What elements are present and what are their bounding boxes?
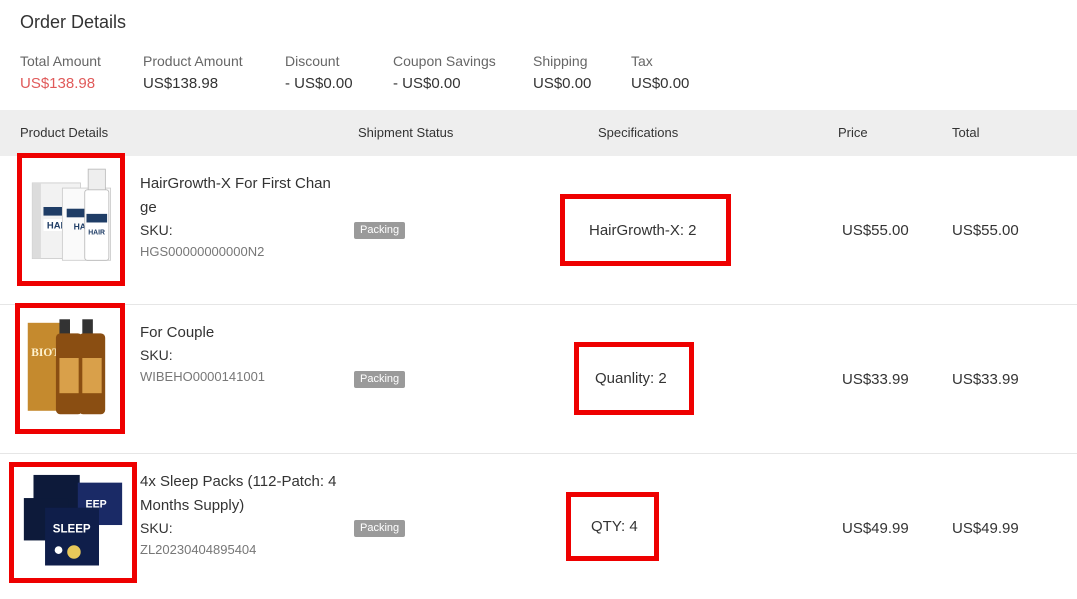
discount-value: - US$0.00 <box>285 75 353 92</box>
total-amount-label: Total Amount <box>20 53 101 69</box>
sleep-patch-packs-image: EEP SLEEP <box>23 474 123 566</box>
page-title: Order Details <box>20 12 127 32</box>
sku-label: SKU: <box>140 222 173 238</box>
biotin-spray-bottles-image: BIOTI <box>27 319 106 415</box>
summary-product-amount: Product Amount US$138.98 <box>143 53 243 93</box>
discount-label: Discount <box>285 53 340 69</box>
product-thumbnail[interactable]: HAIR HAIR HAIR <box>17 153 125 286</box>
sku-value: WIBEHO0000141001 <box>140 369 266 384</box>
total-value: US$55.00 <box>952 222 1019 239</box>
sku-label: SKU: <box>140 347 173 363</box>
total-amount-value: US$138.98 <box>20 75 96 92</box>
spec-value: Quanlity: 2 <box>595 370 667 387</box>
sku-label: SKU: <box>140 520 173 536</box>
product-name[interactable]: For Couple <box>140 321 345 345</box>
status-badge: Packing <box>354 520 406 537</box>
svg-text:SLEEP: SLEEP <box>53 524 91 536</box>
column-price: Price <box>838 125 868 140</box>
table-row: EEP SLEEP 4x Sleep Packs (112-Patch: 4 M… <box>0 454 1077 599</box>
column-shipment-status: Shipment Status <box>358 125 454 140</box>
status-badge: Packing <box>354 222 406 239</box>
summary-total-amount: Total Amount US$138.98 <box>20 53 101 93</box>
summary-coupon: Coupon Savings - US$0.00 <box>393 53 496 93</box>
product-name[interactable]: 4x Sleep Packs (112-Patch: 4 Months Supp… <box>140 470 345 518</box>
price-value: US$55.00 <box>842 222 909 239</box>
sku-value: HGS00000000000N2 <box>140 244 265 259</box>
price-value: US$49.99 <box>842 520 909 537</box>
price-value: US$33.99 <box>842 371 909 388</box>
shipping-value: US$0.00 <box>533 75 592 92</box>
product-name-line2: ge <box>140 199 157 216</box>
product-name-line1: HairGrowth-X For First Chan <box>140 175 331 192</box>
product-name-line1: 4x Sleep Packs (112-Patch: 4 <box>140 473 337 490</box>
summary-tax: Tax US$0.00 <box>631 53 689 93</box>
spec-value: HairGrowth-X: 2 <box>589 221 697 239</box>
product-amount-value: US$138.98 <box>143 75 219 92</box>
coupon-value: - US$0.00 <box>393 75 461 92</box>
column-product-details: Product Details <box>20 125 109 140</box>
order-summary: Total Amount US$138.98 Product Amount US… <box>0 53 1077 103</box>
tax-value: US$0.00 <box>631 75 690 92</box>
product-amount-label: Product Amount <box>143 53 243 69</box>
product-thumbnail[interactable]: BIOTI <box>15 303 125 434</box>
product-thumbnail[interactable]: EEP SLEEP <box>9 462 137 583</box>
table-row: BIOTI For Couple SKU: WIBEHO0000141001 P… <box>0 303 1077 454</box>
svg-text:HAIR: HAIR <box>88 230 105 237</box>
spec-highlight: QTY: 4 <box>566 492 659 561</box>
product-name[interactable]: HairGrowth-X For First Chan ge <box>140 172 345 220</box>
spec-value: QTY: 4 <box>591 518 638 535</box>
column-total: Total <box>952 125 980 140</box>
hair-treatment-box-image: HAIR HAIR HAIR <box>31 168 111 261</box>
total-value: US$33.99 <box>952 371 1019 388</box>
spec-highlight: Quanlity: 2 <box>574 342 694 415</box>
product-name-line2: Months Supply) <box>140 497 245 514</box>
column-specifications: Specifications <box>598 125 679 140</box>
summary-shipping: Shipping US$0.00 <box>533 53 591 93</box>
product-name-line1: For Couple <box>140 324 215 341</box>
tax-label: Tax <box>631 53 653 69</box>
sku-value: ZL20230404895404 <box>140 542 257 557</box>
shipping-label: Shipping <box>533 53 588 69</box>
table-header: Product Details Shipment Status Specific… <box>0 110 1077 156</box>
status-badge: Packing <box>354 371 406 388</box>
total-value: US$49.99 <box>952 520 1019 537</box>
spec-highlight: HairGrowth-X: 2 <box>560 194 731 266</box>
coupon-label: Coupon Savings <box>393 53 496 69</box>
table-row: HAIR HAIR HAIR HairGrowth-X For First Ch… <box>0 153 1077 305</box>
summary-discount: Discount - US$0.00 <box>285 53 353 93</box>
